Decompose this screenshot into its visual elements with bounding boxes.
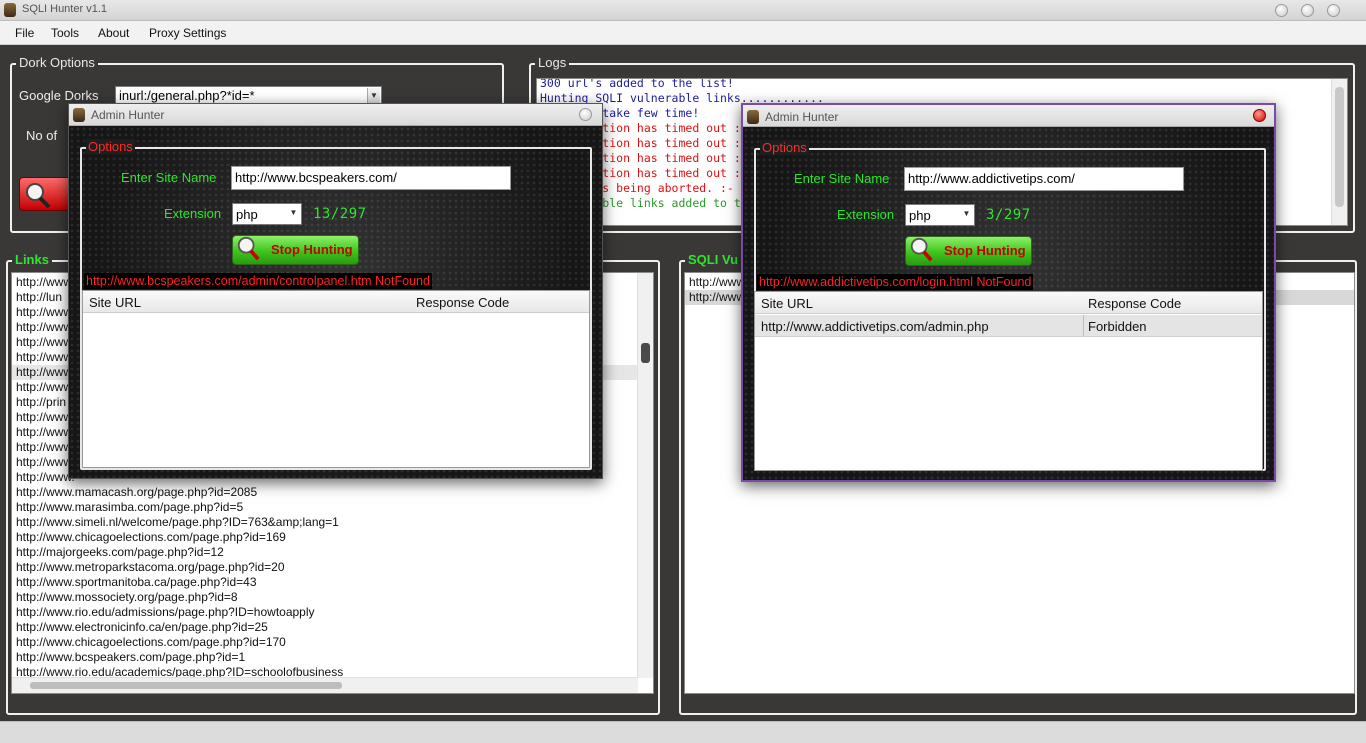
- list-item[interactable]: http://www.sportmanitoba.ca/page.php?id=…: [12, 575, 638, 590]
- table-row[interactable]: http://www.addictivetips.com/admin.php F…: [755, 315, 1262, 337]
- links-hscroll-thumb[interactable]: [30, 682, 342, 689]
- magnifier-icon: [910, 237, 933, 262]
- links-title: Links: [12, 252, 52, 267]
- maximize-button[interactable]: [1301, 4, 1314, 17]
- extension-label: Extension: [837, 207, 895, 222]
- progress-counter: 13/297: [313, 206, 367, 222]
- site-name-input[interactable]: http://www.addictivetips.com/: [904, 167, 1184, 191]
- list-item[interactable]: http://www.metroparkstacoma.org/page.php…: [12, 560, 638, 575]
- extension-label: Extension: [164, 206, 222, 221]
- logs-title: Logs: [535, 55, 570, 70]
- grid-header: Site URL Response Code: [83, 291, 589, 313]
- row-site-url: http://www.addictivetips.com/admin.php: [761, 319, 989, 334]
- column-divider: [1083, 315, 1084, 336]
- minimize-button[interactable]: [1275, 4, 1288, 17]
- menu-bar: File Tools About Proxy Settings: [0, 21, 1366, 45]
- admin-hunter-dialog-1[interactable]: Admin Hunter Options Enter Site Name htt…: [68, 103, 603, 479]
- dialog-title: Admin Hunter: [765, 110, 839, 124]
- magnifier-icon: [237, 236, 260, 261]
- menu-file[interactable]: File: [15, 26, 34, 40]
- row-response-code: Forbidden: [1088, 319, 1147, 334]
- app-icon: [747, 110, 759, 124]
- column-response-code[interactable]: Response Code: [416, 295, 509, 310]
- logs-scrollbar[interactable]: [1331, 79, 1347, 225]
- column-response-code[interactable]: Response Code: [1088, 296, 1181, 311]
- chevron-down-icon: ▼: [287, 205, 300, 223]
- dialog-close-button[interactable]: [579, 108, 592, 121]
- chevron-down-icon: ▼: [960, 206, 973, 224]
- chevron-down-icon: ▼: [367, 88, 380, 104]
- results-grid[interactable]: Site URL Response Code: [82, 290, 590, 468]
- close-button[interactable]: [1327, 4, 1340, 17]
- magnifier-icon: [26, 183, 51, 209]
- results-grid[interactable]: Site URL Response Code http://www.addict…: [754, 291, 1263, 471]
- list-item[interactable]: http://www.chicagoelections.com/page.php…: [12, 530, 638, 545]
- grid-header: Site URL Response Code: [755, 292, 1262, 314]
- google-dorks-value: inurl:/general.php?*id=*: [119, 88, 255, 103]
- search-button[interactable]: [19, 177, 74, 211]
- dialog-close-button[interactable]: [1253, 109, 1266, 122]
- app-icon: [4, 3, 16, 17]
- extension-select[interactable]: php ▼: [232, 203, 302, 225]
- status-text: http://www.bcspeakers.com/admin/controlp…: [84, 273, 432, 289]
- list-item[interactable]: http://www.mossociety.org/page.php?id=8: [12, 590, 638, 605]
- extension-select[interactable]: php ▼: [905, 204, 975, 226]
- menu-proxy-settings[interactable]: Proxy Settings: [149, 26, 226, 40]
- list-item[interactable]: http://www.rio.edu/admissions/page.php?I…: [12, 605, 638, 620]
- dialog-body: Options Enter Site Name http://www.bcspe…: [69, 126, 602, 478]
- logs-scroll-thumb[interactable]: [1335, 87, 1344, 207]
- list-item[interactable]: http://www.simeli.nl/welcome/page.php?ID…: [12, 515, 638, 530]
- list-item[interactable]: http://www.chicagoelections.com/page.php…: [12, 635, 638, 650]
- options-legend: Options: [86, 139, 135, 154]
- window-title: SQLI Hunter v1.1: [22, 3, 107, 15]
- list-item[interactable]: http://majorgeeks.com/page.php?id=12: [12, 545, 638, 560]
- menu-about[interactable]: About: [98, 26, 129, 40]
- stop-hunting-button[interactable]: Stop Hunting: [232, 235, 359, 265]
- app-icon: [73, 108, 85, 122]
- links-hscrollbar[interactable]: [12, 677, 638, 693]
- window-titlebar: SQLI Hunter v1.1: [0, 0, 1366, 21]
- google-dorks-label: Google Dorks: [19, 88, 99, 103]
- progress-counter: 3/297: [986, 207, 1031, 223]
- dialog-titlebar[interactable]: Admin Hunter: [743, 105, 1274, 127]
- no-of-label: No of: [26, 128, 58, 143]
- list-item[interactable]: http://www.marasimba.com/page.php?id=5: [12, 500, 638, 515]
- stop-hunting-button[interactable]: Stop Hunting: [905, 236, 1032, 266]
- list-item[interactable]: http://www.bcspeakers.com/page.php?id=1: [12, 650, 638, 665]
- status-bar: [0, 721, 1366, 743]
- links-vscrollbar[interactable]: [637, 273, 653, 678]
- list-item[interactable]: http://www.electronicinfo.ca/en/page.php…: [12, 620, 638, 635]
- dialog-titlebar[interactable]: Admin Hunter: [69, 104, 602, 126]
- sqli-title: SQLI Vu: [685, 252, 742, 267]
- links-vscroll-thumb[interactable]: [641, 343, 650, 363]
- status-text: http://www.addictivetips.com/login.html …: [757, 274, 1034, 290]
- dialog-body: Options Enter Site Name http://www.addic…: [743, 127, 1274, 480]
- site-name-input[interactable]: http://www.bcspeakers.com/: [231, 166, 511, 190]
- dork-options-title: Dork Options: [16, 55, 98, 70]
- log-line: 300 url's added to the list!: [540, 78, 734, 90]
- dialog-title: Admin Hunter: [91, 108, 165, 122]
- site-name-label: Enter Site Name: [121, 170, 217, 185]
- admin-hunter-dialog-2[interactable]: Admin Hunter Options Enter Site Name htt…: [741, 103, 1276, 482]
- options-legend: Options: [760, 140, 809, 155]
- list-item[interactable]: http://www.mamacash.org/page.php?id=2085: [12, 485, 638, 500]
- column-site-url[interactable]: Site URL: [761, 296, 813, 311]
- menu-tools[interactable]: Tools: [51, 26, 79, 40]
- site-name-label: Enter Site Name: [794, 171, 890, 186]
- column-site-url[interactable]: Site URL: [89, 295, 141, 310]
